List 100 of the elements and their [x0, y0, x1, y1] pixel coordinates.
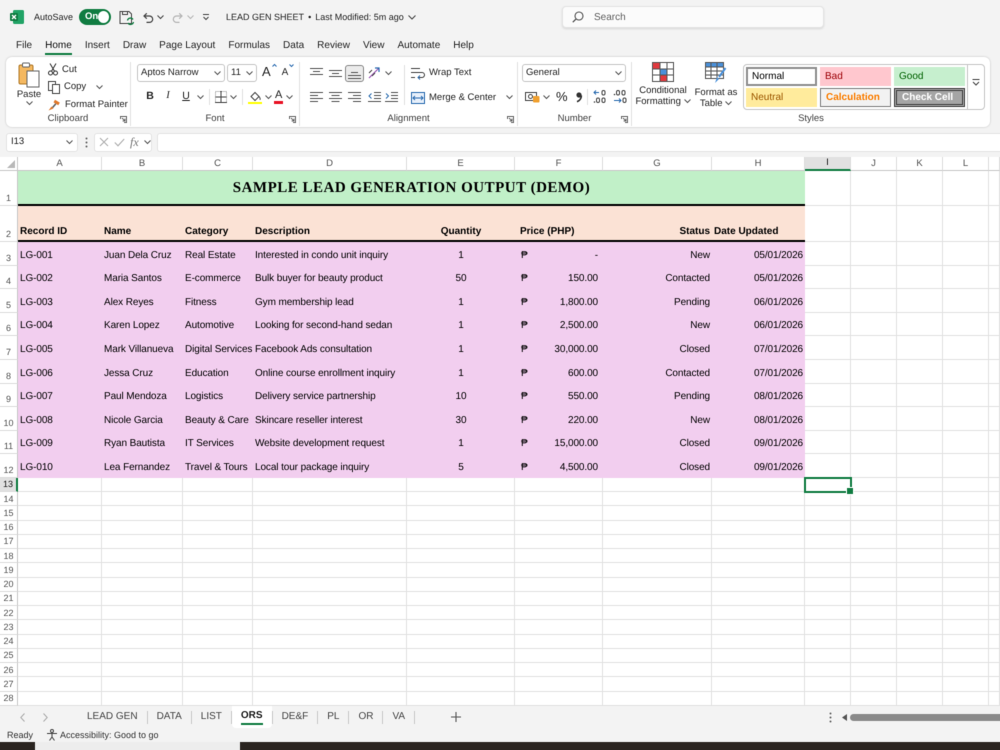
scroll-left-icon[interactable] [842, 714, 847, 720]
increase-indent-icon[interactable] [385, 91, 398, 102]
caret-icon[interactable] [246, 71, 253, 75]
percent-button[interactable]: % [556, 88, 568, 105]
caret-icon[interactable] [144, 140, 151, 144]
menu-tab[interactable]: Page Layout [159, 38, 216, 55]
row-header[interactable]: 16 [0, 520, 18, 535]
caret-icon[interactable] [385, 71, 392, 75]
column-header[interactable]: J [851, 157, 897, 171]
formula-input-field[interactable] [157, 132, 1000, 152]
sheet-tab[interactable]: VA [383, 706, 414, 728]
bold-button[interactable]: B [143, 88, 157, 105]
fill-handle[interactable] [846, 487, 854, 496]
align-middle-icon[interactable] [329, 68, 342, 78]
caret-icon[interactable] [96, 85, 104, 89]
caret-icon[interactable] [230, 94, 237, 98]
sheet-tab[interactable]: DATA [148, 706, 191, 728]
underline-button[interactable]: U [179, 88, 193, 105]
caret-icon[interactable] [543, 94, 550, 98]
caret-icon[interactable] [286, 94, 294, 98]
conditional-formatting-button[interactable]: Conditional Formatting [633, 62, 693, 108]
row-header[interactable]: 14 [0, 492, 18, 506]
menu-tab[interactable]: Insert [84, 38, 110, 55]
horizontal-scrollbar-thumb[interactable] [850, 714, 1000, 720]
column-header[interactable]: L [943, 157, 989, 171]
italic-button[interactable]: I [161, 88, 175, 105]
dialog-launcher-icon[interactable] [120, 116, 127, 122]
document-title[interactable]: LEAD GEN SHEET [226, 12, 304, 22]
font-size-field[interactable]: 11 [227, 64, 257, 82]
row-header[interactable]: 23 [0, 620, 18, 635]
caret-icon[interactable] [214, 71, 221, 75]
row-header[interactable]: 26 [0, 663, 18, 678]
dialog-launcher-icon[interactable] [621, 116, 628, 122]
row-header[interactable]: 18 [0, 549, 18, 564]
row-header[interactable]: 15 [0, 506, 18, 521]
selected-cell[interactable] [805, 478, 851, 492]
row-header[interactable]: 13 [0, 478, 18, 492]
menu-tab[interactable]: Formulas [228, 38, 270, 55]
paste-button[interactable]: Paste [14, 62, 44, 106]
align-center-icon[interactable] [329, 91, 342, 102]
sheet-tab[interactable]: LIST [192, 706, 231, 728]
wrap-text-button[interactable]: Wrap Text [411, 64, 514, 82]
more-options-icon[interactable] [829, 712, 832, 722]
add-sheet-icon[interactable] [451, 712, 462, 722]
autosave-toggle[interactable]: On [79, 9, 112, 25]
cell-style-option[interactable]: Bad [820, 67, 891, 86]
save-icon[interactable] [119, 10, 134, 24]
menu-tab[interactable]: Automate [397, 38, 440, 55]
column-header[interactable]: I [805, 157, 851, 171]
merge-center-button[interactable]: Merge & Center [411, 88, 496, 106]
menu-tab[interactable]: Data [283, 38, 304, 55]
column-header[interactable]: K [897, 157, 943, 171]
insert-function-button[interactable]: fx [130, 134, 139, 150]
align-left-icon[interactable] [310, 91, 323, 102]
row-header[interactable]: 19 [0, 563, 18, 578]
format-painter-button[interactable]: Format Painter [48, 96, 128, 113]
cell-style-option[interactable]: Normal [746, 67, 817, 86]
decrease-indent-icon[interactable] [368, 91, 381, 102]
font-name-field[interactable]: Aptos Narrow [137, 64, 225, 82]
row-header[interactable]: 20 [0, 578, 18, 592]
borders-icon[interactable] [215, 90, 227, 102]
search-field[interactable]: Search [562, 6, 824, 28]
decrease-decimal-icon[interactable] [612, 90, 627, 103]
caret-icon[interactable] [265, 94, 272, 98]
more-options-icon[interactable] [85, 136, 88, 148]
sheet-tab[interactable]: PL [318, 706, 348, 728]
orientation-icon[interactable] [368, 67, 382, 79]
chevron-down-icon[interactable] [408, 14, 416, 20]
last-modified-text[interactable]: Last Modified: 5m ago [315, 12, 404, 22]
menu-tab[interactable]: File [16, 38, 32, 55]
menu-tab[interactable]: Review [317, 38, 350, 55]
cell-style-option[interactable]: Good [894, 67, 965, 86]
fill-color-icon[interactable] [248, 90, 262, 104]
menu-tab[interactable]: View [362, 38, 384, 55]
dialog-launcher-icon[interactable] [289, 116, 296, 122]
customize-icon[interactable] [202, 14, 210, 20]
row-header[interactable]: 17 [0, 534, 18, 550]
caret-icon[interactable] [684, 99, 691, 104]
caret-icon[interactable] [506, 94, 514, 98]
caret-icon[interactable] [725, 101, 732, 106]
accounting-icon[interactable] [525, 90, 540, 102]
format-as-table-button[interactable]: Format as Table [693, 62, 739, 110]
cell-style-option[interactable]: Neutral [746, 88, 817, 107]
row-header[interactable]: 21 [0, 592, 18, 606]
caret-icon[interactable] [66, 140, 73, 144]
sheet-tab[interactable]: OR [349, 706, 382, 728]
row-header[interactable]: 27 [0, 677, 18, 692]
sheet-tab[interactable]: DE&F [272, 706, 318, 728]
row-header[interactable]: 24 [0, 634, 18, 649]
align-right-icon[interactable] [348, 91, 361, 102]
caret-icon[interactable] [197, 94, 204, 98]
accessibility-status-button[interactable]: Accessibility: Good to go [46, 729, 159, 741]
sheet-tab[interactable]: ORS [232, 706, 272, 728]
copy-button[interactable]: Copy [48, 78, 86, 96]
increase-font-size-button[interactable]: A [262, 64, 277, 82]
row-header[interactable]: 25 [0, 648, 18, 664]
caret-icon[interactable] [157, 15, 164, 19]
align-bottom-icon[interactable] [345, 64, 364, 82]
undo-icon[interactable] [142, 12, 154, 22]
caret-icon[interactable] [26, 101, 32, 106]
